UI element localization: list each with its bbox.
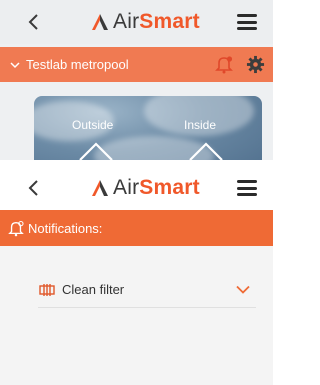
logo-text-smart: Smart [139,10,200,33]
notifications-header: Notifications: [0,210,273,246]
background-dashboard-screen: Air Smart Testlab metropool Outside Insi… [0,0,273,160]
logo-mark-icon [92,14,108,30]
logo-mark-icon [92,180,108,196]
back-chevron-icon[interactable] [26,12,42,32]
bell-icon[interactable] [215,55,233,74]
weather-card: Outside Inside [34,96,262,160]
chevron-down-icon [10,61,20,68]
outside-label: Outside [72,118,114,132]
logo-text-air: Air [113,176,140,199]
chevron-down-icon[interactable] [236,285,250,294]
inside-label: Inside [184,118,217,132]
hamburger-menu-icon[interactable] [237,180,257,196]
notification-item-clean-filter[interactable]: Clean filter [38,272,256,308]
house-outside-icon [79,142,113,160]
logo-text-smart: Smart [139,176,200,199]
location-name: Testlab metropool [26,57,129,72]
app-header: Air Smart [0,0,273,44]
gear-icon[interactable] [246,55,265,74]
app-header: Air Smart [0,166,273,210]
back-chevron-icon[interactable] [26,178,42,198]
notifications-title: Notifications: [28,220,103,236]
filter-icon [39,283,55,296]
airsmart-logo: Air Smart [90,175,200,201]
house-inside-icon [189,142,223,160]
location-selector[interactable]: Testlab metropool [0,47,273,82]
logo-text-air: Air [113,10,140,33]
notification-label: Clean filter [62,282,125,297]
notifications-screen: Air Smart Notifications: Clean filter [0,166,273,385]
bell-icon [8,220,24,236]
airsmart-logo: Air Smart [90,9,200,35]
hamburger-menu-icon[interactable] [237,14,257,30]
